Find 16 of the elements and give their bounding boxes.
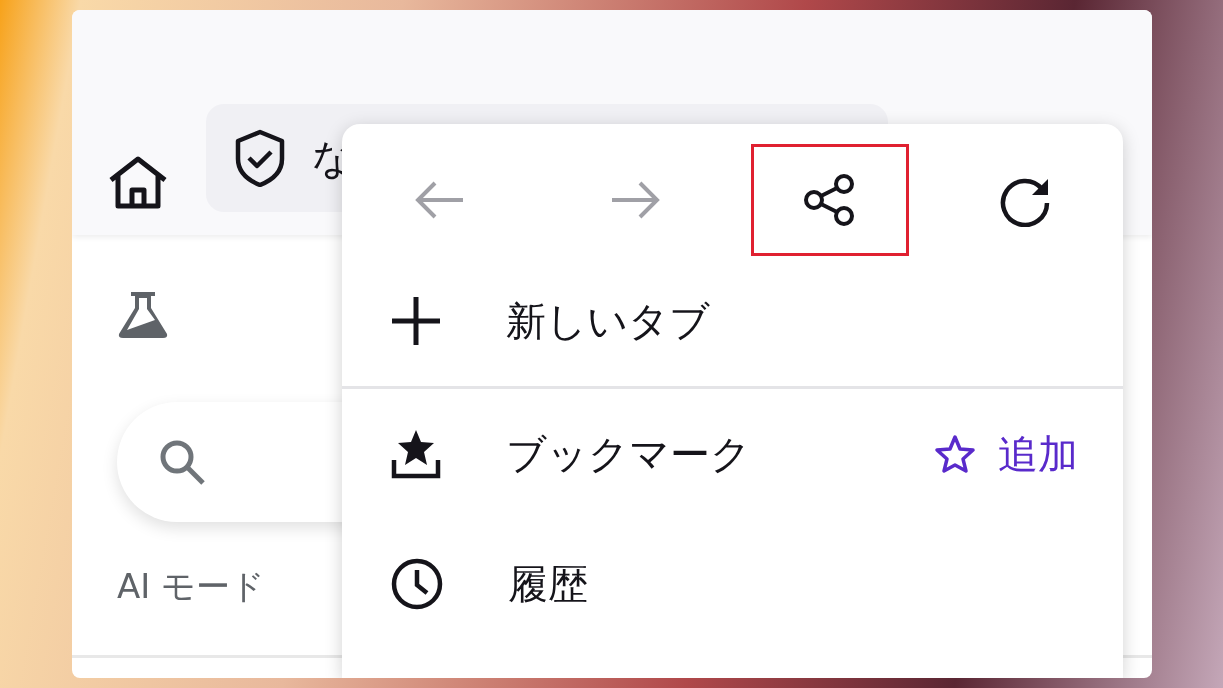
menu-item[interactable]: 新しいタブ	[342, 256, 1123, 389]
menu-item[interactable]: ブックマーク 追加	[342, 389, 1123, 519]
menu-item-label: ブックマーク	[506, 429, 752, 479]
menu-item-label: 履歴	[508, 559, 589, 609]
plus-icon	[390, 295, 442, 347]
flask-icon	[117, 290, 169, 340]
clock-icon	[390, 557, 444, 611]
bookmark-star-icon	[390, 428, 442, 480]
menu-item[interactable]: 履歴	[342, 519, 1123, 649]
home-icon	[108, 156, 168, 212]
share-button[interactable]	[751, 144, 910, 256]
add-bookmark-button[interactable]: 追加	[934, 426, 1078, 482]
star-icon	[934, 434, 976, 474]
shield-icon	[234, 129, 286, 187]
home-button[interactable]	[108, 156, 168, 212]
menu-item-label: 新しいタブ	[506, 296, 711, 346]
